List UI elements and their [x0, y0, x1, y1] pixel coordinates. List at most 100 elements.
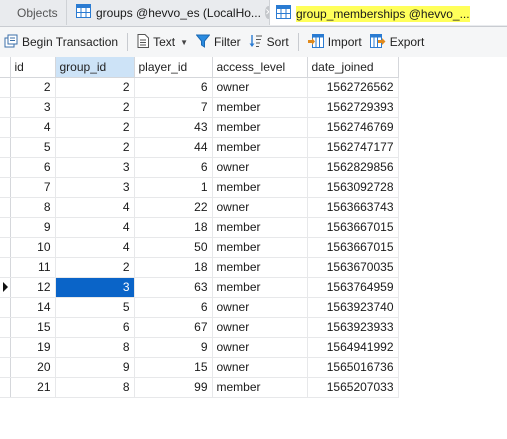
cell-access-level[interactable]: owner: [212, 77, 308, 98]
row-indicator[interactable]: [0, 117, 11, 138]
row-indicator[interactable]: [0, 257, 11, 278]
tab-objects[interactable]: Objects: [0, 0, 67, 25]
cell-player-id[interactable]: 7: [134, 97, 213, 118]
table-row[interactable]: 10 4 50 member 1563667015: [0, 237, 399, 258]
cell-player-id[interactable]: 43: [134, 117, 213, 138]
row-indicator[interactable]: [0, 377, 11, 398]
table-row[interactable]: 9 4 18 member 1563667015: [0, 217, 399, 238]
column-header-access-level[interactable]: access_level: [212, 57, 308, 78]
cell-player-id[interactable]: 6: [134, 297, 213, 318]
cell-id[interactable]: 5: [10, 137, 56, 158]
cell-group-id[interactable]: 2: [55, 117, 135, 138]
column-header-date-joined[interactable]: date_joined: [307, 57, 399, 78]
table-row[interactable]: 14 5 6 owner 1563923740: [0, 297, 399, 318]
cell-access-level[interactable]: member: [212, 257, 308, 278]
row-indicator[interactable]: [0, 77, 11, 98]
cell-access-level[interactable]: member: [212, 237, 308, 258]
tab-group-memberships[interactable]: group_memberships @hevvo_...: [270, 0, 507, 25]
cell-group-id[interactable]: 2: [55, 97, 135, 118]
export-button[interactable]: Export: [366, 30, 429, 54]
cell-id[interactable]: 3: [10, 97, 56, 118]
row-indicator[interactable]: [0, 277, 11, 298]
cell-access-level[interactable]: member: [212, 177, 308, 198]
cell-date-joined[interactable]: 1563923933: [307, 317, 399, 338]
cell-id[interactable]: 21: [10, 377, 56, 398]
text-view-button[interactable]: Text ▼: [133, 30, 192, 54]
cell-player-id[interactable]: 22: [134, 197, 213, 218]
cell-date-joined[interactable]: 1563764959: [307, 277, 399, 298]
row-indicator[interactable]: [0, 97, 11, 118]
cell-access-level[interactable]: member: [212, 217, 308, 238]
cell-group-id[interactable]: 4: [55, 237, 135, 258]
cell-group-id[interactable]: 8: [55, 377, 135, 398]
cell-player-id[interactable]: 99: [134, 377, 213, 398]
row-indicator[interactable]: [0, 317, 11, 338]
cell-date-joined[interactable]: 1563663743: [307, 197, 399, 218]
cell-group-id[interactable]: 4: [55, 217, 135, 238]
table-row[interactable]: 21 8 99 member 1565207033: [0, 377, 399, 398]
filter-button[interactable]: Filter: [192, 30, 245, 54]
cell-group-id[interactable]: 9: [55, 357, 135, 378]
cell-date-joined[interactable]: 1562829856: [307, 157, 399, 178]
table-row[interactable]: 19 8 9 owner 1564941992: [0, 337, 399, 358]
row-indicator[interactable]: [0, 297, 11, 318]
cell-player-id[interactable]: 67: [134, 317, 213, 338]
table-row[interactable]: 5 2 44 member 1562747177: [0, 137, 399, 158]
cell-player-id[interactable]: 15: [134, 357, 213, 378]
cell-group-id[interactable]: 3: [55, 177, 135, 198]
cell-access-level[interactable]: member: [212, 277, 308, 298]
cell-date-joined[interactable]: 1565207033: [307, 377, 399, 398]
cell-group-id[interactable]: 3: [55, 157, 135, 178]
cell-player-id[interactable]: 63: [134, 277, 213, 298]
column-header-player-id[interactable]: player_id: [134, 57, 213, 78]
cell-access-level[interactable]: owner: [212, 357, 308, 378]
cell-access-level[interactable]: owner: [212, 317, 308, 338]
cell-id[interactable]: 15: [10, 317, 56, 338]
sort-button[interactable]: Sort: [245, 30, 293, 54]
row-indicator[interactable]: [0, 337, 11, 358]
cell-player-id[interactable]: 6: [134, 77, 213, 98]
cell-player-id[interactable]: 1: [134, 177, 213, 198]
cell-group-id[interactable]: 3: [55, 277, 135, 298]
row-indicator[interactable]: [0, 137, 11, 158]
cell-access-level[interactable]: owner: [212, 337, 308, 358]
cell-player-id[interactable]: 18: [134, 257, 213, 278]
begin-transaction-button[interactable]: Begin Transaction: [0, 30, 122, 54]
cell-date-joined[interactable]: 1564941992: [307, 337, 399, 358]
cell-player-id[interactable]: 6: [134, 157, 213, 178]
table-row[interactable]: 20 9 15 owner 1565016736: [0, 357, 399, 378]
tab-groups[interactable]: groups @hevvo_es (LocalHo... ✕: [68, 0, 270, 25]
cell-group-id[interactable]: 8: [55, 337, 135, 358]
cell-date-joined[interactable]: 1563670035: [307, 257, 399, 278]
column-header-group-id[interactable]: group_id: [55, 57, 135, 78]
row-indicator[interactable]: [0, 357, 11, 378]
cell-id[interactable]: 12: [10, 277, 56, 298]
cell-group-id[interactable]: 6: [55, 317, 135, 338]
import-button[interactable]: Import: [304, 30, 366, 54]
cell-id[interactable]: 4: [10, 117, 56, 138]
row-indicator[interactable]: [0, 177, 11, 198]
cell-player-id[interactable]: 18: [134, 217, 213, 238]
cell-group-id[interactable]: 2: [55, 257, 135, 278]
cell-date-joined[interactable]: 1563092728: [307, 177, 399, 198]
cell-player-id[interactable]: 9: [134, 337, 213, 358]
cell-group-id[interactable]: 2: [55, 77, 135, 98]
table-row[interactable]: 11 2 18 member 1563670035: [0, 257, 399, 278]
cell-date-joined[interactable]: 1562726562: [307, 77, 399, 98]
table-row[interactable]: 8 4 22 owner 1563663743: [0, 197, 399, 218]
cell-date-joined[interactable]: 1565016736: [307, 357, 399, 378]
row-indicator[interactable]: [0, 237, 11, 258]
table-row[interactable]: 15 6 67 owner 1563923933: [0, 317, 399, 338]
table-row[interactable]: 6 3 6 owner 1562829856: [0, 157, 399, 178]
cell-group-id[interactable]: 4: [55, 197, 135, 218]
cell-access-level[interactable]: member: [212, 377, 308, 398]
table-row[interactable]: 4 2 43 member 1562746769: [0, 117, 399, 138]
cell-date-joined[interactable]: 1563667015: [307, 237, 399, 258]
cell-id[interactable]: 10: [10, 237, 56, 258]
cell-date-joined[interactable]: 1562747177: [307, 137, 399, 158]
cell-id[interactable]: 7: [10, 177, 56, 198]
cell-id[interactable]: 9: [10, 217, 56, 238]
cell-access-level[interactable]: owner: [212, 197, 308, 218]
cell-player-id[interactable]: 50: [134, 237, 213, 258]
table-row[interactable]: 7 3 1 member 1563092728: [0, 177, 399, 198]
